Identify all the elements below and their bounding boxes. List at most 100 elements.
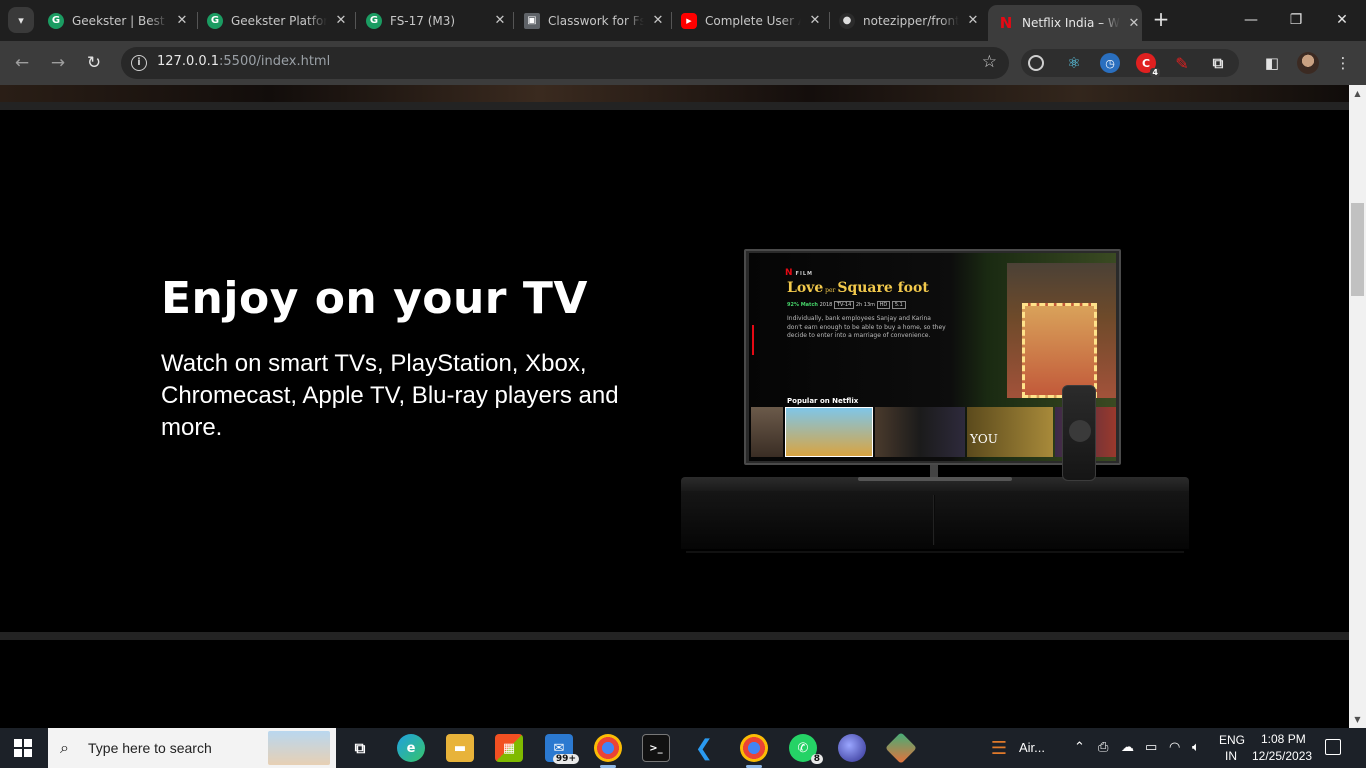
section-headline: Enjoy on your TV [161, 273, 588, 324]
tv-remote [1062, 385, 1096, 481]
close-icon[interactable]: ✕ [1126, 16, 1142, 31]
vscode-icon[interactable]: ❮ [690, 734, 718, 762]
chrome-profile-icon[interactable] [740, 734, 768, 768]
chrome-icon[interactable] [594, 734, 622, 768]
close-icon[interactable]: ✕ [174, 13, 190, 28]
side-panel-icon[interactable]: ◧ [1262, 53, 1282, 73]
close-icon[interactable]: ✕ [492, 13, 508, 28]
page-viewport: Enjoy on your TV Watch on smart TVs, Pla… [0, 85, 1349, 728]
url-text[interactable]: 127.0.0.1:5500/index.html [157, 54, 330, 69]
tv-movie-meta: 92% Match 2018 TV-14 2h 13m HD 5.1 [787, 301, 906, 309]
air-quality-icon[interactable]: ☰ [985, 734, 1013, 762]
windows-taskbar: ⌕ Type here to search ⧉ e ▬ ▦ ✉ 99+ >_ ❮ … [0, 728, 1366, 768]
terminal-icon[interactable]: >_ [642, 734, 670, 762]
tab-youtube[interactable]: ▶ Complete User A ✕ [681, 6, 823, 35]
tab-separator [671, 12, 672, 29]
tab-separator [197, 12, 198, 29]
geekster-favicon-icon: G [366, 12, 382, 29]
back-button[interactable]: ← [10, 51, 34, 75]
tab-fs17[interactable]: G FS-17 (M3) ✕ [366, 6, 508, 35]
tab-strip: ▾ G Geekster | Best C ✕ G Geekster Platf… [0, 0, 1366, 41]
close-icon[interactable]: ✕ [965, 13, 981, 28]
forward-button[interactable]: → [46, 51, 70, 75]
tab-geekster-best[interactable]: G Geekster | Best C ✕ [48, 6, 190, 35]
reload-button[interactable]: ↻ [82, 51, 106, 75]
tab-title: Complete User A [705, 13, 801, 28]
movie-duration: 2h 13m [855, 302, 876, 308]
weather-text[interactable]: Air... [1019, 740, 1045, 755]
close-icon[interactable]: ✕ [650, 13, 666, 28]
show-hidden-icons-chevron-icon[interactable]: ⌃ [1074, 740, 1085, 755]
red-extension-icon[interactable]: C4 [1136, 53, 1160, 77]
windows-start-icon[interactable] [14, 739, 32, 757]
movie-rating: TV-14 [833, 301, 855, 309]
tv-stand-neck [930, 465, 938, 477]
tab-classwork[interactable]: ▣ Classwork for Fs ✕ [524, 6, 666, 35]
tab-separator [829, 12, 830, 29]
movie-title-small: per [825, 287, 836, 294]
restore-button[interactable]: ❐ [1274, 8, 1318, 32]
battery-icon[interactable]: ▭ [1145, 740, 1157, 755]
scroll-thumb[interactable] [1351, 203, 1364, 296]
onedrive-cloud-icon[interactable]: ☁ [1121, 740, 1134, 755]
site-info-icon[interactable]: i [131, 55, 147, 71]
tv-thumbnail [751, 407, 783, 457]
file-explorer-icon[interactable]: ▬ [446, 734, 474, 762]
notification-center-icon[interactable] [1325, 739, 1341, 755]
tab-title: notezipper/front [863, 13, 959, 28]
thumbnail-you-text: YOU [970, 432, 998, 446]
bookmark-star-icon[interactable]: ☆ [982, 52, 997, 72]
tv-red-marker [752, 325, 754, 355]
tab-title: Geekster Platform [231, 13, 327, 28]
extensions-puzzle-icon[interactable]: ⧉ [1208, 53, 1228, 73]
whatsapp-icon[interactable]: ✆ 8 [789, 734, 823, 764]
close-icon[interactable]: ✕ [333, 13, 349, 28]
clock-extension-icon[interactable]: ◷ [1100, 53, 1120, 73]
minimize-button[interactable]: — [1229, 8, 1273, 32]
task-view-icon[interactable]: ⧉ [346, 734, 374, 762]
tab-separator [355, 12, 356, 29]
tab-geekster-platform[interactable]: G Geekster Platform ✕ [207, 6, 349, 35]
tv-screen: N FILM Love per Square foot 92% Match 201… [749, 253, 1116, 461]
tv-stand-base [858, 477, 1012, 481]
tab-search-chevron-icon[interactable]: ▾ [8, 7, 34, 33]
mail-icon[interactable]: ✉ 99+ [545, 734, 579, 764]
youtube-favicon-icon: ▶ [681, 12, 697, 29]
close-icon[interactable]: ✕ [807, 13, 823, 28]
clock-time[interactable]: 1:08 PM [1261, 732, 1306, 746]
language-bottom[interactable]: IN [1225, 749, 1237, 763]
search-placeholder: Type here to search [88, 740, 212, 756]
tv-thumbnail-you: YOU [967, 407, 1053, 457]
browser-toolbar: ← → ↻ i 127.0.0.1:5500/index.html ☆ ⚛ ◷ … [0, 41, 1366, 85]
tab-github[interactable]: ● notezipper/front ✕ [839, 6, 981, 35]
tv-row-title: Popular on Netflix [787, 397, 859, 405]
page-scrollbar[interactable]: ▲ ▼ [1349, 85, 1366, 728]
hero-background-strip [0, 85, 1349, 102]
ms-store-icon[interactable]: ▦ [495, 734, 523, 762]
scroll-down-arrow-icon[interactable]: ▼ [1349, 711, 1366, 728]
wifi-icon[interactable]: ◠ [1169, 740, 1180, 755]
close-window-button[interactable]: ✕ [1320, 8, 1364, 32]
new-tab-button[interactable]: + [1149, 8, 1173, 32]
tab-netflix[interactable]: N Netflix India – W ✕ [988, 5, 1142, 41]
app-circle-icon[interactable] [838, 734, 866, 762]
volume-icon[interactable]: 🔈︎ [1192, 740, 1200, 755]
menu-kebab-icon[interactable]: ⋮ [1333, 53, 1353, 73]
tab-title: FS-17 (M3) [390, 13, 456, 28]
profile-avatar[interactable] [1297, 52, 1319, 74]
pen-extension-icon[interactable]: ✎ [1172, 53, 1192, 73]
search-icon: ⌕ [60, 738, 69, 757]
tray-device-icon[interactable]: ⎙ [1098, 740, 1108, 755]
react-devtools-icon[interactable]: ⚛ [1064, 53, 1084, 73]
git-client-icon[interactable] [885, 732, 917, 764]
clock-date[interactable]: 12/25/2023 [1252, 749, 1312, 763]
taskbar-search-box[interactable]: ⌕ Type here to search [48, 728, 336, 768]
address-bar[interactable]: i 127.0.0.1:5500/index.html ☆ [121, 47, 1009, 79]
geekster-favicon-icon: G [207, 12, 223, 29]
scroll-up-arrow-icon[interactable]: ▲ [1349, 85, 1366, 102]
url-path: :5500/index.html [219, 54, 331, 69]
target-extension-icon[interactable] [1028, 55, 1044, 71]
edge-icon[interactable]: e [397, 734, 425, 762]
tv-cabinet-split [933, 495, 935, 545]
language-top[interactable]: ENG [1219, 733, 1245, 747]
